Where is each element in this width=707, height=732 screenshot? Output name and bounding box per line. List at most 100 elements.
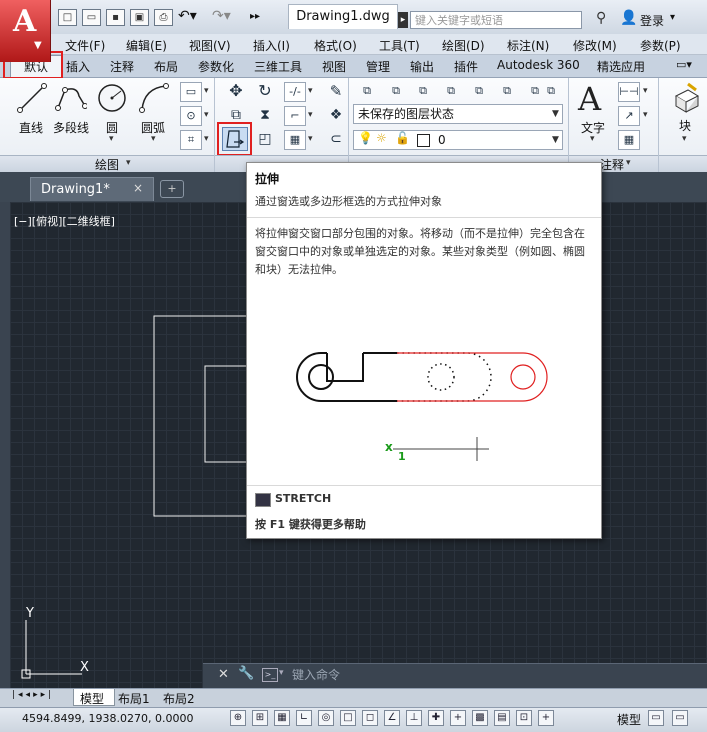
layout-navigation-arrows[interactable]: |◂◂▸▸|	[12, 690, 54, 700]
polyline-button-label[interactable]: 多段线	[53, 119, 89, 136]
tab-manage[interactable]: 管理	[366, 58, 390, 75]
application-menu-button[interactable]: A ▼	[0, 0, 51, 62]
linear-dimension-icon[interactable]: ⊢⊣	[618, 82, 640, 102]
table-icon[interactable]: ▦	[618, 130, 640, 150]
3d-object-snap-icon[interactable]: ◻	[362, 710, 378, 726]
model-space-button[interactable]: 模型	[617, 711, 641, 728]
move-icon[interactable]: ✥	[225, 82, 247, 102]
lightbulb-icon[interactable]: 💡	[358, 131, 373, 145]
ribbon-minimize-icon[interactable]: ▭▾	[676, 58, 692, 71]
chevron-down-icon[interactable]: ▾	[204, 110, 209, 120]
search-expand-icon[interactable]: ▸	[398, 12, 408, 28]
close-icon[interactable]: ✕	[218, 667, 229, 682]
menu-insert[interactable]: 插入(I)	[253, 37, 290, 54]
insert-block-icon[interactable]	[670, 82, 702, 114]
save-as-icon[interactable]: ▣	[130, 9, 149, 26]
mirror-icon[interactable]: ⧗	[254, 106, 276, 126]
menu-format[interactable]: 格式(O)	[314, 37, 357, 54]
search-input[interactable]: 键入关键字或短语	[410, 11, 582, 29]
chevron-down-icon[interactable]: ▾	[308, 134, 313, 144]
user-icon[interactable]: 👤	[620, 10, 637, 26]
unlock-icon[interactable]: 🔓	[395, 131, 410, 145]
command-history-icon[interactable]: >_	[262, 668, 278, 682]
chevron-down-icon[interactable]: ▾	[643, 110, 648, 120]
snap-mode-icon[interactable]: ⊞	[252, 710, 268, 726]
layer-state-dropdown[interactable]: 未保存的图层状态	[353, 104, 563, 124]
text-icon[interactable]: A	[578, 80, 601, 118]
tab-autodesk-360[interactable]: Autodesk 360	[497, 58, 580, 72]
annotation-panel-title[interactable]: 注释	[600, 156, 624, 173]
tab-view[interactable]: 视图	[322, 58, 346, 75]
chevron-down-icon[interactable]: ▾	[308, 110, 313, 120]
chevron-down-icon[interactable]: ▾	[643, 86, 648, 96]
chevron-down-icon[interactable]: ▾	[204, 86, 209, 96]
coordinate-readout[interactable]: 4594.8499, 1938.0270, 0.0000	[22, 712, 193, 725]
chevron-down-icon[interactable]: ▾	[126, 158, 131, 168]
trim-icon[interactable]: -/-	[284, 82, 306, 102]
scale-icon[interactable]: ◰	[254, 130, 276, 150]
polyline-icon[interactable]	[55, 82, 87, 114]
block-button-label[interactable]: 块	[679, 117, 691, 134]
tab-featured-apps[interactable]: 精选应用	[597, 58, 645, 75]
chevron-down-icon[interactable]: ▾	[626, 158, 631, 168]
array-icon[interactable]: ▦	[284, 130, 306, 150]
rotate-icon[interactable]: ↻	[254, 82, 276, 102]
chevron-down-icon[interactable]: ▾	[204, 134, 209, 144]
erase-icon[interactable]: ✎	[325, 82, 347, 102]
wrench-icon[interactable]: 🔧	[238, 666, 254, 681]
chevron-down-icon[interactable]: ▾	[670, 12, 675, 23]
menu-edit[interactable]: 编辑(E)	[126, 37, 167, 54]
selection-cycling-icon[interactable]: ⊡	[516, 710, 532, 726]
tab-annotate[interactable]: 注释	[110, 58, 134, 75]
sun-icon[interactable]: ☼	[376, 131, 387, 145]
circle-icon[interactable]	[96, 82, 128, 114]
menu-file[interactable]: 文件(F)	[65, 37, 105, 54]
fillet-icon[interactable]: ⌐	[284, 106, 306, 126]
layer-off-icon[interactable]: ⧉	[468, 82, 490, 102]
layer-lock-icon[interactable]: ⧉	[496, 82, 518, 102]
layout-tab-model[interactable]: 模型	[80, 690, 104, 707]
rectangle-icon[interactable]: ▭	[180, 82, 202, 102]
layout-tab-layout1[interactable]: 布局1	[118, 690, 150, 707]
close-icon[interactable]: ×	[133, 181, 143, 195]
boundary-icon[interactable]: ⌗	[180, 130, 202, 150]
object-snap-tracking-icon[interactable]: ∠	[384, 710, 400, 726]
transparency-icon[interactable]: ▩	[472, 710, 488, 726]
dynamic-ucs-icon[interactable]: ⊥	[406, 710, 422, 726]
line-button-label[interactable]: 直线	[19, 119, 43, 136]
layout-tab-layout2[interactable]: 布局2	[163, 690, 195, 707]
menu-tools[interactable]: 工具(T)	[379, 37, 420, 54]
new-tab-icon[interactable]: +	[160, 180, 184, 198]
layer-color-swatch[interactable]	[417, 134, 430, 147]
chevron-down-icon[interactable]: ▾	[308, 86, 313, 96]
infer-constraints-icon[interactable]: ⊕	[230, 710, 246, 726]
quick-view-layouts-icon[interactable]: ▭	[648, 710, 664, 726]
explode-icon[interactable]: ❖	[325, 106, 347, 126]
binoculars-icon[interactable]: ⚲	[596, 10, 606, 26]
chevron-down-icon[interactable]: ▾	[590, 134, 595, 144]
open-file-icon[interactable]: ▭	[82, 9, 101, 26]
tab-layout[interactable]: 布局	[154, 58, 178, 75]
object-snap-icon[interactable]: □	[340, 710, 356, 726]
save-icon[interactable]: ▪	[106, 9, 125, 26]
layer-properties-icon[interactable]: ⧉	[356, 82, 378, 102]
print-icon[interactable]: ⎙	[154, 9, 173, 26]
block-panel-title-bar[interactable]	[659, 155, 707, 172]
lineweight-icon[interactable]: +	[450, 710, 466, 726]
chevron-down-icon[interactable]: ▾	[682, 134, 687, 144]
layer-freeze-icon[interactable]: ⧉	[440, 82, 462, 102]
chevron-down-icon[interactable]: ▾	[109, 134, 114, 144]
hatch-icon[interactable]: ⊙	[180, 106, 202, 126]
chevron-down-icon[interactable]: ▼	[552, 135, 559, 145]
annotation-monitor-icon[interactable]: +	[538, 710, 554, 726]
tab-3d-tools[interactable]: 三维工具	[254, 58, 302, 75]
tab-insert[interactable]: 插入	[66, 58, 90, 75]
grid-display-icon[interactable]: ▦	[274, 710, 290, 726]
chevron-down-icon[interactable]: ▾	[151, 134, 156, 144]
layer-isolate-icon[interactable]: ⧉	[412, 82, 434, 102]
chevron-down-icon[interactable]: ▼	[552, 109, 559, 119]
undo-icon[interactable]: ↶▾	[178, 8, 197, 24]
tab-parametric[interactable]: 参数化	[198, 58, 234, 75]
ortho-mode-icon[interactable]: ∟	[296, 710, 312, 726]
polar-tracking-icon[interactable]: ◎	[318, 710, 334, 726]
